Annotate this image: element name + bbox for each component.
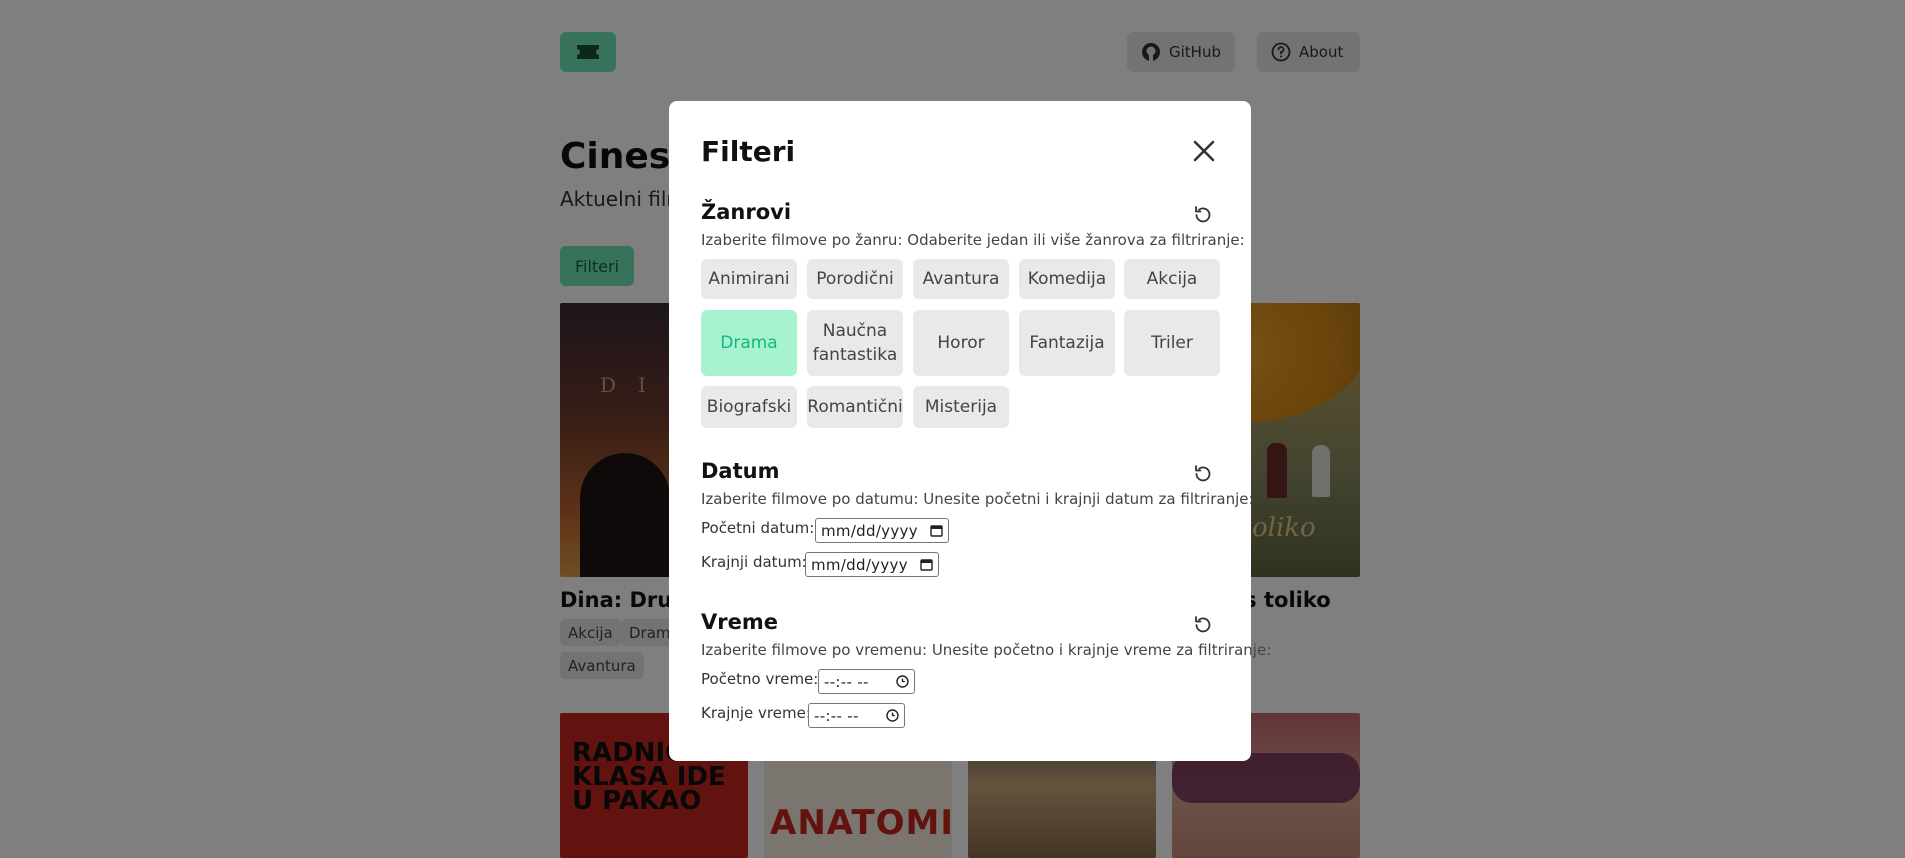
- close-button[interactable]: [1189, 136, 1219, 166]
- genre-chip-akcija[interactable]: Akcija: [1124, 259, 1220, 299]
- calendar-icon: [930, 525, 943, 537]
- end-time-placeholder: --:-- --: [814, 706, 859, 725]
- start-date-placeholder: mm/dd/yyyy: [821, 521, 918, 540]
- time-reset-button[interactable]: [1192, 614, 1214, 636]
- modal-title: Filteri: [701, 135, 796, 168]
- start-time-label: Početno vreme:: [701, 670, 819, 688]
- time-section-description: Izaberite filmove po vremenu: Unesite po…: [701, 641, 1272, 659]
- clock-icon: [886, 709, 899, 722]
- genres-reset-button[interactable]: [1192, 204, 1214, 226]
- genre-chip-animirani[interactable]: Animirani: [701, 259, 797, 299]
- start-date-input[interactable]: mm/dd/yyyy: [815, 518, 949, 543]
- genre-chip-fantazija[interactable]: Fantazija: [1019, 310, 1115, 376]
- end-date-label: Krajnji datum:: [701, 553, 807, 571]
- genres-section-title: Žanrovi: [701, 200, 792, 224]
- date-section-description: Izaberite filmove po datumu: Unesite poč…: [701, 490, 1254, 508]
- start-date-label: Početni datum:: [701, 519, 815, 537]
- end-time-label: Krajnje vreme:: [701, 704, 811, 722]
- genre-chip-misterija[interactable]: Misterija: [913, 386, 1009, 428]
- genre-chip-biografski[interactable]: Biografski: [701, 386, 797, 428]
- end-date-input[interactable]: mm/dd/yyyy: [805, 552, 939, 577]
- filters-modal: Filteri Žanrovi Izaberite filmove po žan…: [669, 101, 1271, 761]
- genre-chip-komedija[interactable]: Komedija: [1019, 259, 1115, 299]
- genre-chip-drama[interactable]: Drama: [701, 310, 797, 376]
- date-reset-button[interactable]: [1192, 463, 1214, 485]
- reset-icon: [1195, 616, 1211, 633]
- close-icon: [1193, 140, 1215, 162]
- start-time-input[interactable]: --:-- --: [818, 669, 915, 694]
- reset-icon: [1195, 206, 1211, 223]
- genres-section-description: Izaberite filmove po žanru: Odaberite je…: [701, 231, 1245, 249]
- date-section-title: Datum: [701, 459, 780, 483]
- genre-chip-avantura[interactable]: Avantura: [913, 259, 1009, 299]
- clock-icon: [896, 675, 909, 688]
- time-section-title: Vreme: [701, 610, 778, 634]
- end-date-placeholder: mm/dd/yyyy: [811, 555, 908, 574]
- calendar-icon: [920, 559, 933, 571]
- genre-chip-triler[interactable]: Triler: [1124, 310, 1220, 376]
- genre-chip-porodicni[interactable]: Porodični: [807, 259, 903, 299]
- genre-chip-horor[interactable]: Horor: [913, 310, 1009, 376]
- start-time-placeholder: --:-- --: [824, 672, 869, 691]
- end-time-input[interactable]: --:-- --: [808, 703, 905, 728]
- reset-icon: [1195, 465, 1211, 482]
- genre-chip-romanticni[interactable]: Romantični: [807, 386, 903, 428]
- genre-chip-naucna-fantastika[interactable]: Naučna fantastika: [807, 310, 903, 376]
